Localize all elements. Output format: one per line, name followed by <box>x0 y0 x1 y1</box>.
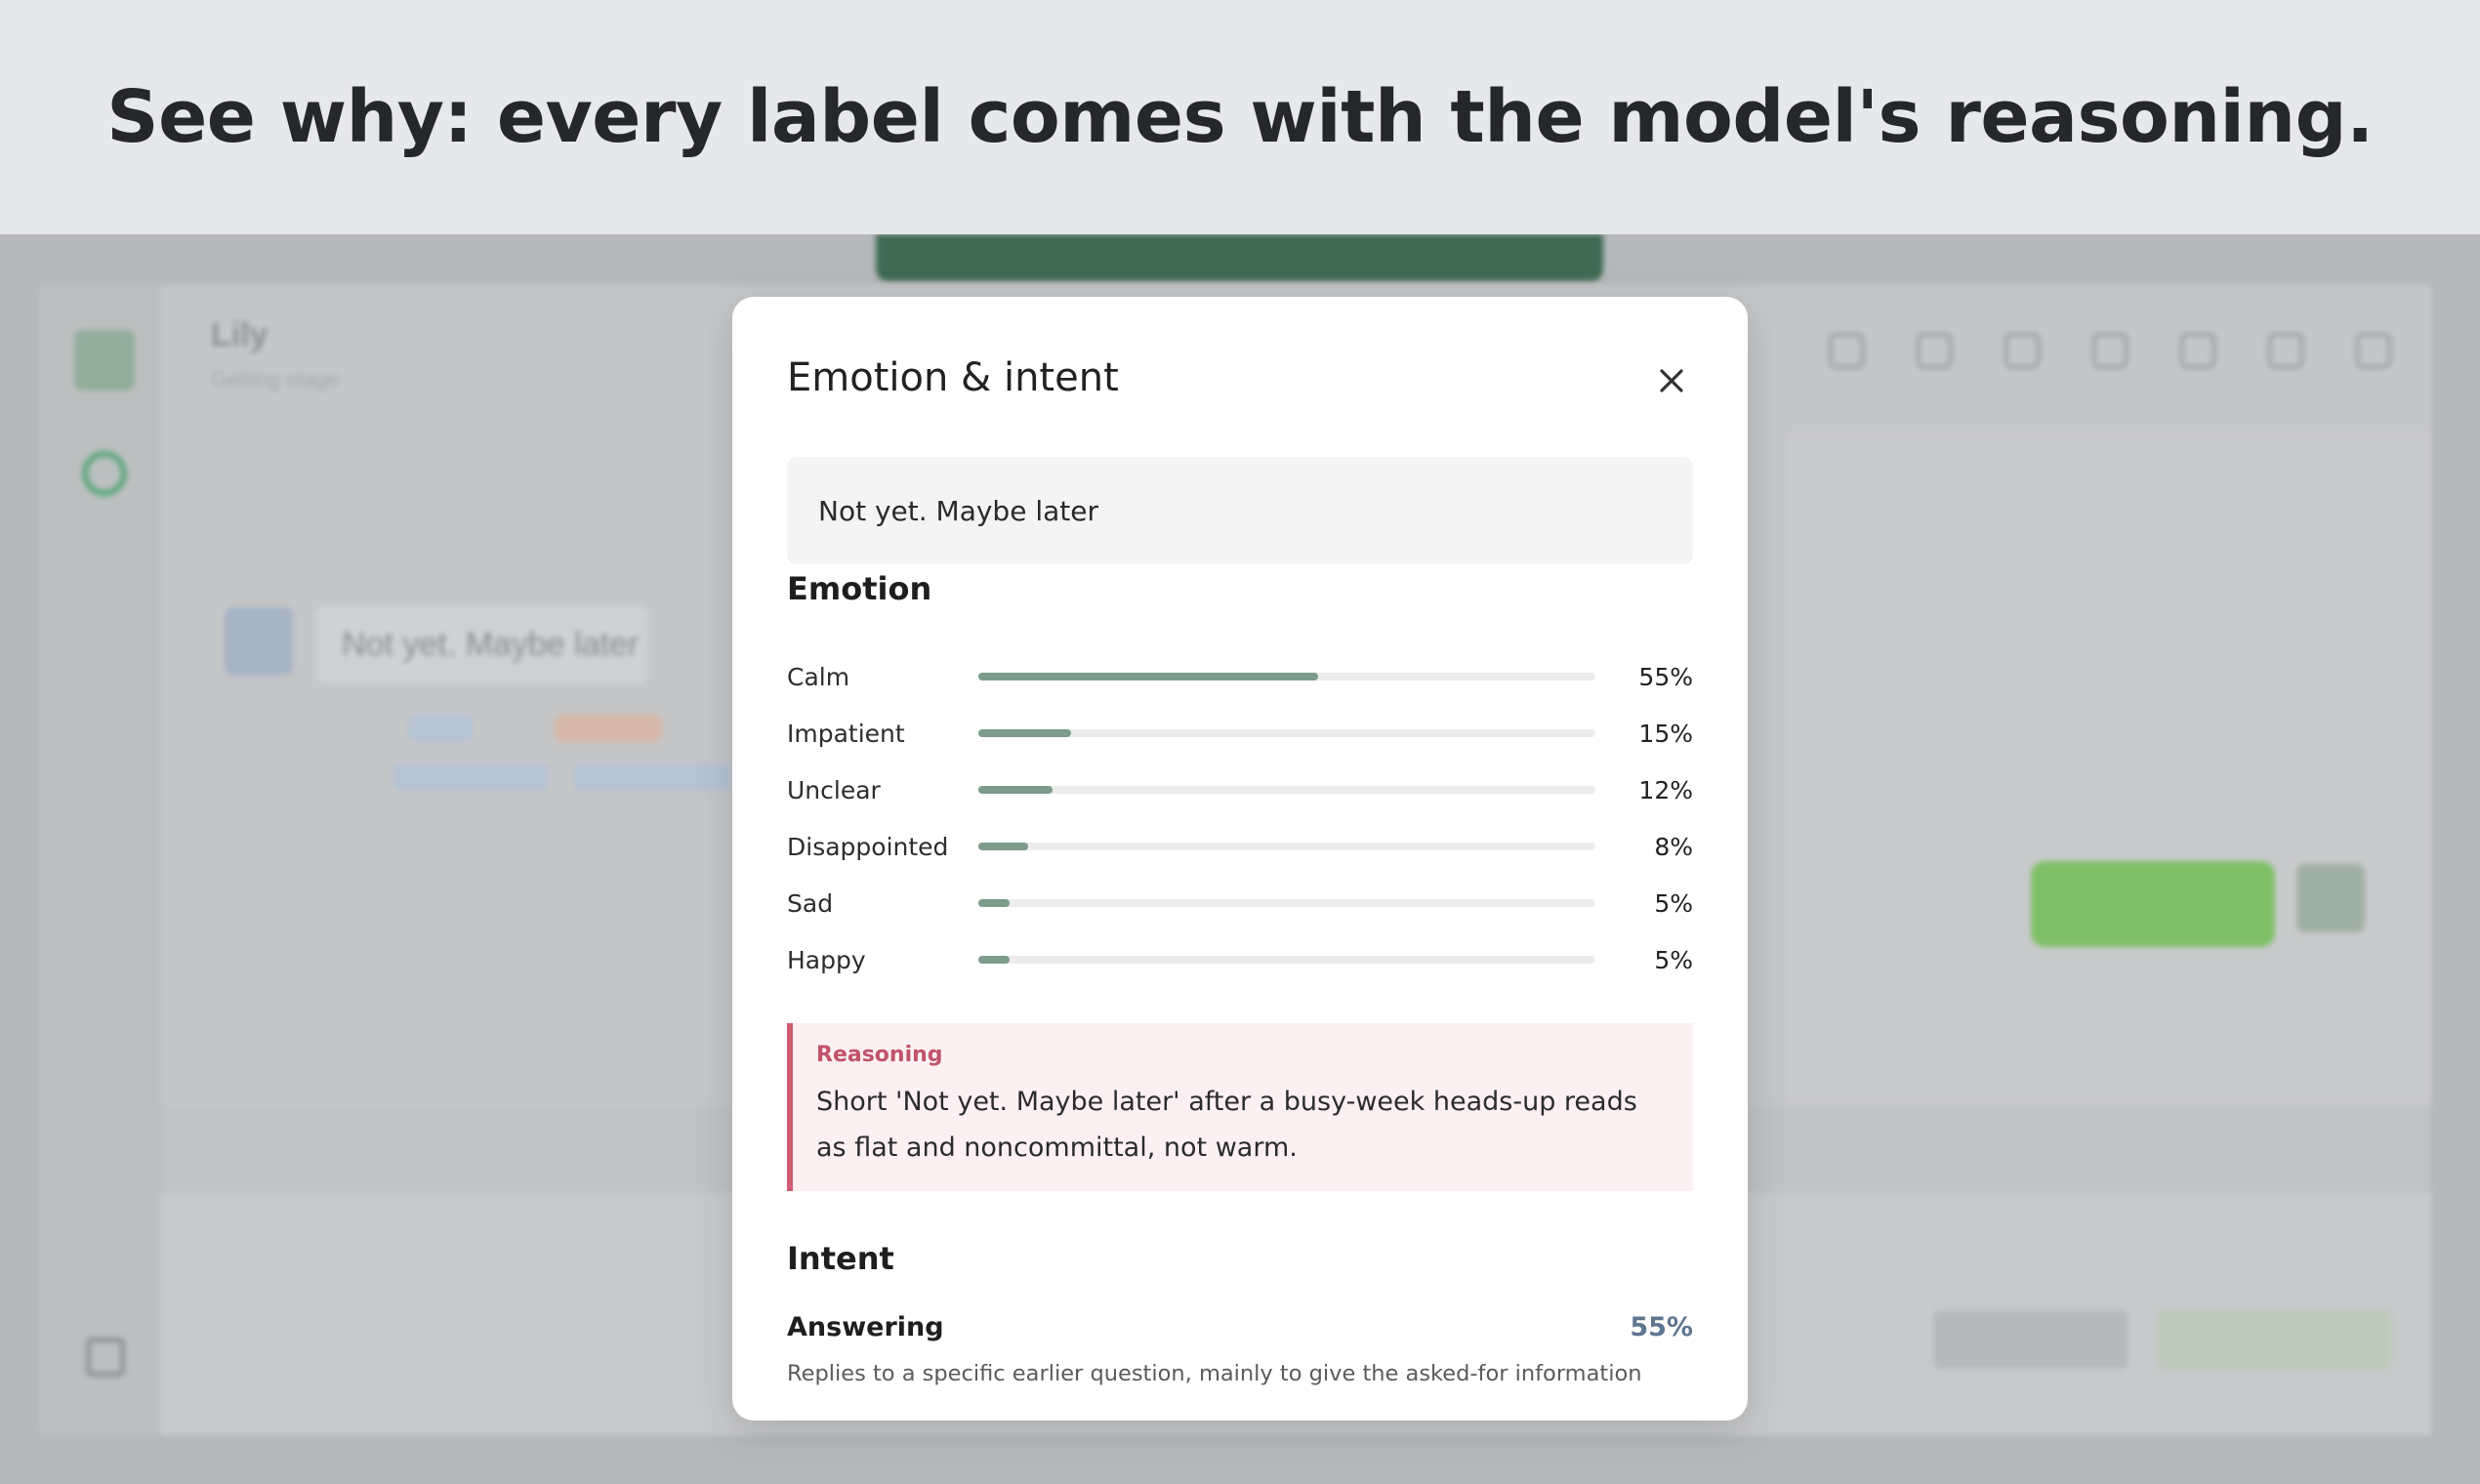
headline: See why: every label comes with the mode… <box>106 75 2374 159</box>
contact-stage: Getting stage <box>211 367 339 392</box>
emotion-list: Calm 55% Impatient 15% Unclear 12% Disap… <box>787 648 1693 988</box>
emotion-percent: 55% <box>1638 662 1693 691</box>
emotion-bar-track <box>978 899 1595 907</box>
intent-heading: Intent <box>787 1240 894 1277</box>
document-icon <box>2091 332 2129 369</box>
trend-icon <box>1916 332 1953 369</box>
emotion-bar-fill <box>978 673 1318 680</box>
reasoning-text: Short 'Not yet. Maybe later' after a bus… <box>816 1087 1637 1163</box>
emotion-heading: Emotion <box>787 570 932 607</box>
emotion-tag <box>408 715 473 742</box>
emotion-percent: 12% <box>1638 775 1693 804</box>
emotion-bar-track <box>978 729 1595 737</box>
chat-icon <box>82 451 127 496</box>
intent-percent: 55% <box>1630 1312 1693 1342</box>
emotion-row: Happy 5% <box>787 931 1693 988</box>
emotion-bar-track <box>978 956 1595 964</box>
chat-toolbar <box>1828 332 2392 369</box>
emotion-label: Calm <box>787 662 850 691</box>
emotion-row: Calm 55% <box>787 648 1693 705</box>
emotion-row: Disappointed 8% <box>787 818 1693 875</box>
intent-name: Answering <box>787 1312 944 1342</box>
emotion-bar-track <box>978 673 1595 680</box>
settings-icon <box>86 1338 125 1377</box>
emotion-percent: 15% <box>1638 719 1693 748</box>
search-icon <box>1828 332 1865 369</box>
emotion-intent-modal: Emotion & intent Not yet. Maybe later Em… <box>732 297 1748 1421</box>
emotion-label: Disappointed <box>787 832 949 861</box>
emotion-label: Sad <box>787 888 834 918</box>
import-file-button <box>1933 1310 2129 1369</box>
emotion-label: Unclear <box>787 775 881 804</box>
emotion-row: Impatient 15% <box>787 705 1693 762</box>
emotion-bar-track <box>978 843 1595 850</box>
emotion-bar-fill <box>978 899 1010 907</box>
emotion-tag <box>555 715 662 742</box>
left-rail <box>39 285 161 1435</box>
intent-description: Replies to a specific earlier question, … <box>787 1361 1642 1386</box>
emotion-row: Unclear 12% <box>787 762 1693 818</box>
outgoing-message <box>2031 861 2275 947</box>
intent-tag <box>393 763 549 791</box>
emotion-bar-fill <box>978 843 1028 850</box>
close-icon[interactable] <box>1650 359 1693 402</box>
comment-icon <box>2004 332 2041 369</box>
import-chat-button <box>2158 1310 2392 1369</box>
emotion-bar-track <box>978 786 1595 794</box>
emotion-row: Sad 5% <box>787 875 1693 931</box>
intent-row: Answering 55% <box>787 1312 1693 1342</box>
headline-banner: See why: every label comes with the mode… <box>0 0 2480 234</box>
plus-icon <box>2179 332 2216 369</box>
contact-avatar <box>225 607 293 676</box>
emotion-bar-fill <box>978 729 1071 737</box>
contact-name: Lily <box>211 316 269 353</box>
more-icon <box>2355 332 2392 369</box>
demo-notice-banner <box>876 234 1603 281</box>
emotion-percent: 8% <box>1654 832 1693 861</box>
incoming-message: Not yet. Maybe later <box>316 605 648 683</box>
emotion-percent: 5% <box>1654 888 1693 918</box>
dot-icon <box>2267 332 2304 369</box>
emotion-percent: 5% <box>1654 945 1693 974</box>
analyzed-message: Not yet. Maybe later <box>787 457 1693 564</box>
emotion-label: Impatient <box>787 719 905 748</box>
intent-tag <box>574 763 730 791</box>
reasoning-label: Reasoning <box>816 1043 943 1067</box>
emotion-bar-fill <box>978 956 1010 964</box>
reasoning-box: Reasoning Short 'Not yet. Maybe later' a… <box>787 1023 1693 1191</box>
emotion-bar-fill <box>978 786 1053 794</box>
user-avatar <box>74 330 135 391</box>
modal-title: Emotion & intent <box>787 355 1119 400</box>
self-avatar <box>2296 864 2365 932</box>
emotion-label: Happy <box>787 945 866 974</box>
